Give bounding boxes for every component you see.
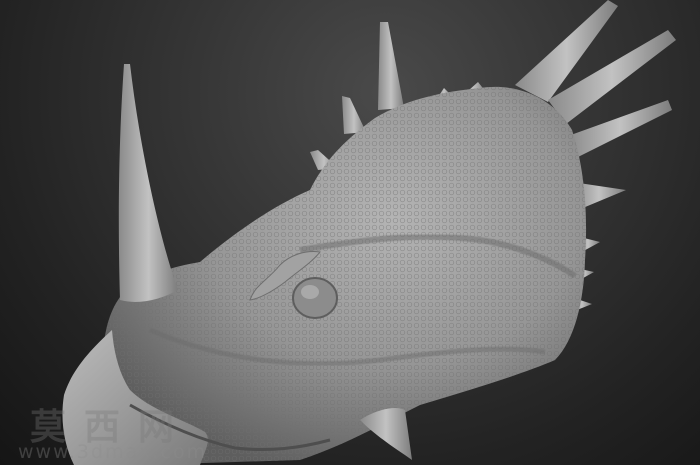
watermark-url-text: www.3dmax.com: [18, 441, 208, 463]
render-viewport: 莫西网 www.3dmax.com: [0, 0, 700, 465]
watermark: 莫西网 www.3dmax.com: [0, 0, 700, 465]
